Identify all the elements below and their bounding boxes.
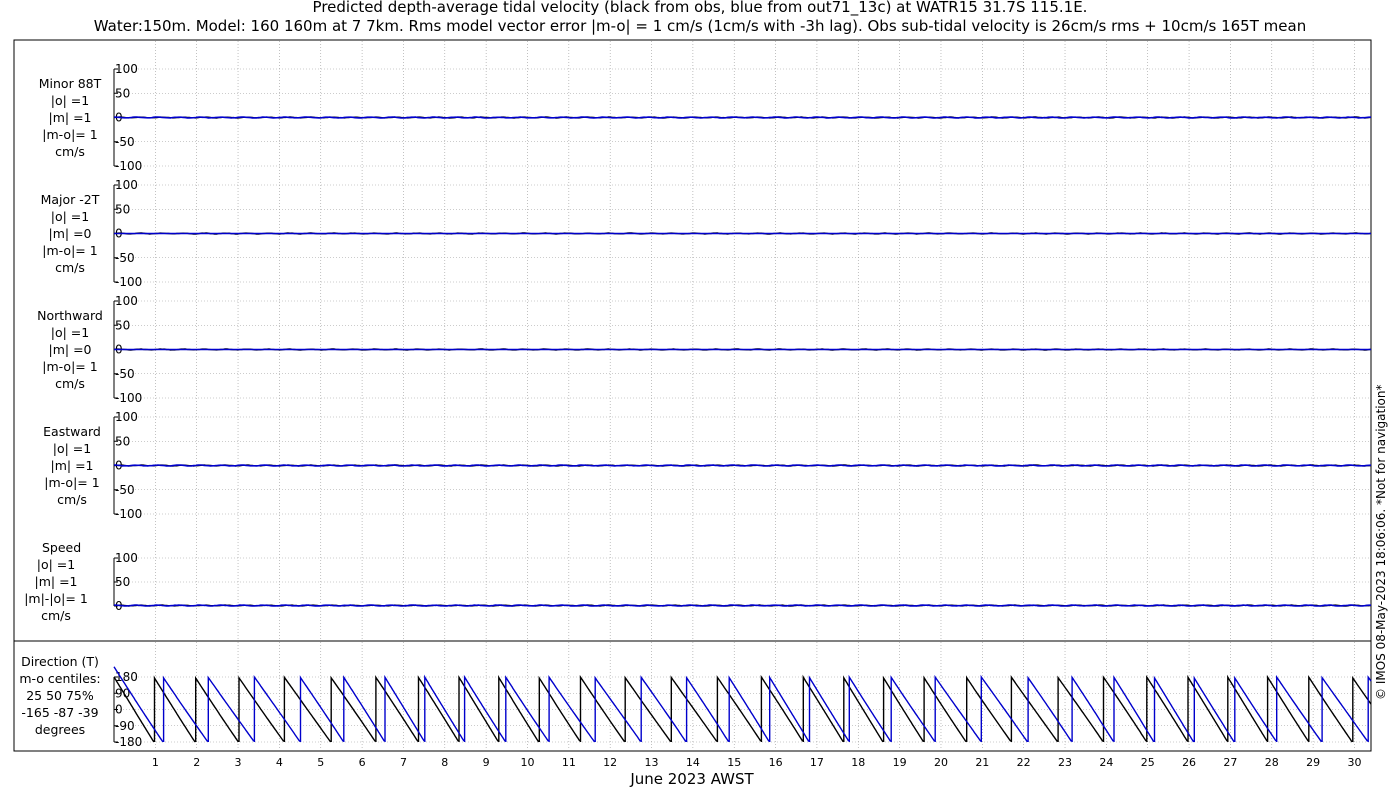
x-tick-label: 21 xyxy=(975,756,989,769)
direction-y-tick-label: 0 xyxy=(115,703,123,717)
x-tick-label: 25 xyxy=(1141,756,1155,769)
x-tick-label: 7 xyxy=(400,756,407,769)
direction-frame xyxy=(13,640,1372,752)
x-tick-label: 30 xyxy=(1347,756,1361,769)
eastward-y-tick-label: 100 xyxy=(115,410,138,424)
minor-y-tick-label: 100 xyxy=(115,62,138,76)
x-tick-label: 2 xyxy=(193,756,200,769)
x-tick-label: 12 xyxy=(603,756,617,769)
upper-frame xyxy=(13,39,1372,642)
x-tick-label: 17 xyxy=(810,756,824,769)
eastward-y-tick-label: -50 xyxy=(115,483,135,497)
x-tick-label: 4 xyxy=(276,756,283,769)
x-axis-label: June 2023 AWST xyxy=(629,770,754,788)
speed-y-tick-label: 50 xyxy=(115,575,130,589)
x-tick-label: 8 xyxy=(441,756,448,769)
x-tick-label: 3 xyxy=(235,756,242,769)
major-y-tick-label: -50 xyxy=(115,251,135,265)
x-tick-label: 10 xyxy=(520,756,534,769)
chart-figure: 100500-50-100100500-50-100100500-50-1001… xyxy=(13,39,1372,788)
x-tick-label: 1 xyxy=(152,756,159,769)
x-tick-label: 13 xyxy=(645,756,659,769)
major-y-tick-label: -100 xyxy=(115,275,142,289)
direction-y-tick-label: 180 xyxy=(115,670,138,684)
northward-y-tick-label: -100 xyxy=(115,391,142,405)
minor-y-tick-label: -100 xyxy=(115,159,142,173)
northward-y-tick-label: -50 xyxy=(115,367,135,381)
northward-y-tick-label: 50 xyxy=(115,318,130,332)
x-tick-label: 9 xyxy=(483,756,490,769)
x-tick-label: 15 xyxy=(727,756,741,769)
x-tick-label: 22 xyxy=(1017,756,1031,769)
x-tick-label: 20 xyxy=(934,756,948,769)
speed-y-tick-label: 100 xyxy=(115,551,138,565)
x-tick-label: 24 xyxy=(1099,756,1113,769)
x-tick-label: 29 xyxy=(1306,756,1320,769)
minor-y-tick-label: -50 xyxy=(115,135,135,149)
major-y-tick-label: 50 xyxy=(115,202,130,216)
eastward-y-tick-label: 50 xyxy=(115,434,130,448)
direction-y-tick-label: -180 xyxy=(115,735,142,749)
x-tick-label: 19 xyxy=(893,756,907,769)
northward-y-tick-label: 100 xyxy=(115,294,138,308)
x-tick-label: 27 xyxy=(1223,756,1237,769)
direction-series-model-line xyxy=(113,666,1372,743)
x-tick-label: 11 xyxy=(562,756,576,769)
direction-y-tick-label: -90 xyxy=(115,719,135,733)
x-tick-label: 14 xyxy=(686,756,700,769)
eastward-series-model-line xyxy=(113,464,1372,467)
x-tick-label: 6 xyxy=(359,756,366,769)
x-tick-label: 16 xyxy=(769,756,783,769)
x-tick-label: 5 xyxy=(317,756,324,769)
x-tick-label: 18 xyxy=(851,756,865,769)
major-y-tick-label: 100 xyxy=(115,178,138,192)
x-tick-label: 26 xyxy=(1182,756,1196,769)
speed-series-model-line xyxy=(113,604,1371,607)
eastward-y-tick-label: -100 xyxy=(115,507,142,521)
minor-y-tick-label: 50 xyxy=(115,86,130,100)
minor-series-model-line xyxy=(113,116,1371,119)
x-tick-label: 28 xyxy=(1265,756,1279,769)
x-tick-label: 23 xyxy=(1058,756,1072,769)
